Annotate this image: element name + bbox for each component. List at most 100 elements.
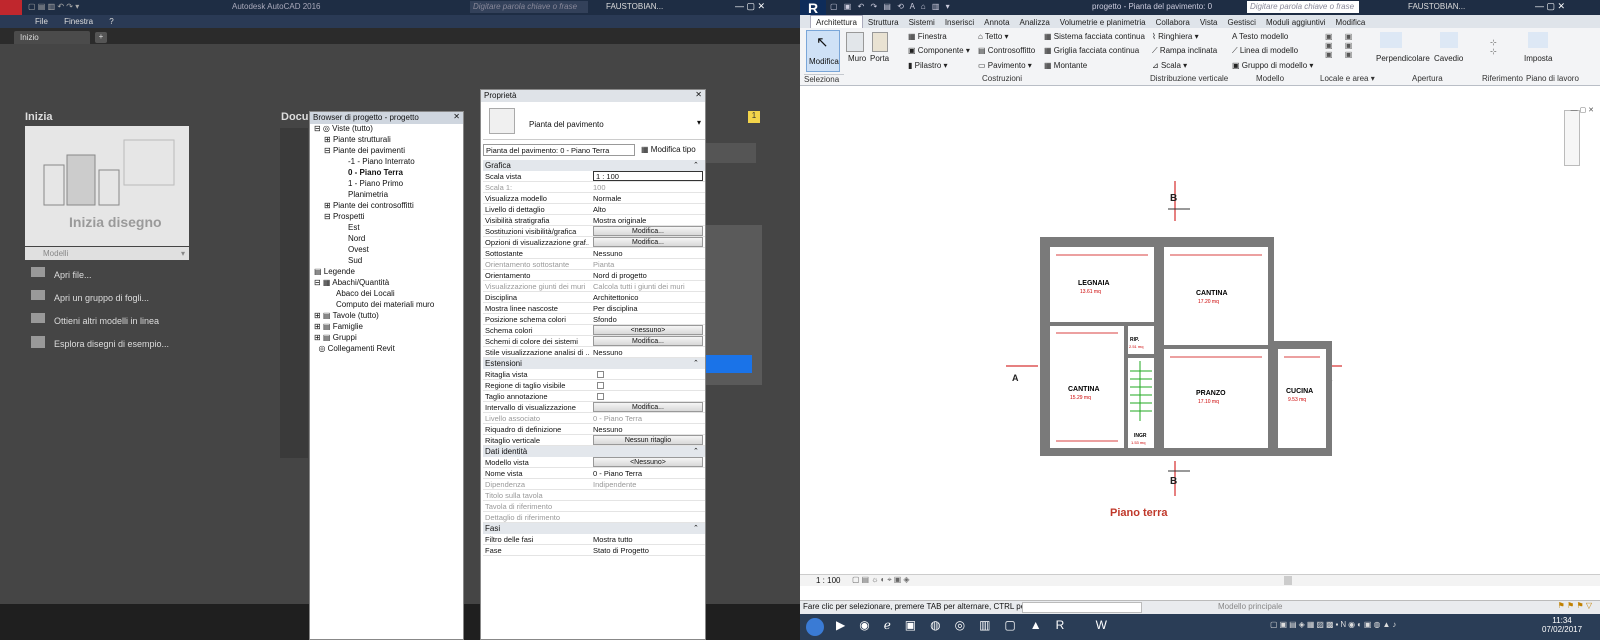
room-area-tools[interactable]: ▣ ▣ ▣ ▣ ▣ ▣ bbox=[1325, 32, 1357, 59]
property-row[interactable]: Livello associato 0 - Piano Terra bbox=[483, 413, 705, 424]
property-value[interactable]: 0 - Piano Terra bbox=[593, 414, 703, 423]
open-sheetset-link[interactable]: Apri un gruppo di fogli... bbox=[54, 293, 149, 303]
property-row[interactable]: Dettaglio di riferimento bbox=[483, 512, 705, 523]
property-value[interactable]: Nessuno bbox=[593, 348, 703, 357]
tree-item[interactable]: -1 - Piano Interrato bbox=[348, 157, 415, 166]
autocad-user[interactable]: FAUSTOBIAN... bbox=[606, 2, 663, 11]
section-header-identity[interactable]: Dati identità bbox=[483, 446, 705, 457]
section-header-graphics[interactable]: Grafica bbox=[483, 160, 705, 171]
property-row[interactable]: Stile visualizzazione analisi di ... Ness… bbox=[483, 347, 705, 358]
revit-user[interactable]: FAUSTOBIAN... bbox=[1408, 2, 1465, 11]
property-value[interactable]: Mostra originale bbox=[593, 216, 703, 225]
section-header-phases[interactable]: Fasi bbox=[483, 523, 705, 534]
model-line-button[interactable]: ⟋ Linea di modello bbox=[1232, 46, 1298, 56]
property-button[interactable]: <nessuno> bbox=[593, 325, 703, 335]
tree-item[interactable]: Est bbox=[348, 223, 360, 232]
edit-type-button[interactable]: ▦ Modifica tipo bbox=[641, 145, 696, 154]
start-button-icon[interactable] bbox=[806, 618, 824, 636]
group-room-area[interactable]: Locale e area ▾ bbox=[1320, 74, 1375, 83]
property-button[interactable]: <Nessuno> bbox=[593, 457, 703, 467]
roof-button[interactable]: ⌂ Tetto ▾ bbox=[978, 32, 1009, 41]
property-checkbox[interactable] bbox=[597, 371, 604, 378]
property-row[interactable]: Modello vista <Nessuno> bbox=[483, 457, 705, 468]
tree-item[interactable]: ⊞ ▤ Gruppi bbox=[314, 333, 357, 342]
close-icon[interactable]: ✕ bbox=[453, 112, 460, 121]
property-row[interactable]: Tavola di riferimento bbox=[483, 501, 705, 512]
notification-badge[interactable]: 1 bbox=[748, 111, 760, 123]
tab-start[interactable]: Inizio bbox=[14, 31, 90, 44]
recent-docs-list[interactable] bbox=[280, 128, 308, 458]
model-text-button[interactable]: A Testo modello bbox=[1232, 32, 1288, 41]
property-row[interactable]: Schemi di colore dei sistemi Modifica... bbox=[483, 336, 705, 347]
close-icon[interactable]: ✕ bbox=[695, 90, 702, 99]
tree-item-selected[interactable]: 0 - Piano Terra bbox=[348, 168, 403, 177]
navigation-bar[interactable] bbox=[1564, 110, 1580, 166]
property-button[interactable]: Modifica... bbox=[593, 402, 703, 412]
section-header-extents[interactable]: Estensioni bbox=[483, 358, 705, 369]
new-tab-button[interactable]: + bbox=[95, 32, 107, 43]
property-button[interactable]: Modifica... bbox=[593, 237, 703, 247]
tree-item[interactable]: ▤ Legende bbox=[314, 267, 355, 276]
menu-file[interactable]: File bbox=[28, 15, 55, 28]
tree-item[interactable]: ⊞ ▤ Tavole (tutto) bbox=[314, 311, 379, 320]
help-button[interactable] bbox=[706, 143, 756, 163]
column-button[interactable]: ▮ Pilastro ▾ bbox=[908, 61, 948, 70]
property-row[interactable]: Dipendenza Indipendente bbox=[483, 479, 705, 490]
taskbar-apps[interactable]: ▶◉ℯ▣◍◎▥▢▲R W bbox=[836, 618, 1216, 636]
collapse-icon[interactable]: ⌃ bbox=[693, 161, 699, 169]
tree-item[interactable]: ⊟ ▦ Abachi/Quantità bbox=[314, 278, 389, 287]
floor-button[interactable]: ▭ Pavimento ▾ bbox=[978, 61, 1032, 70]
tree-item[interactable]: Planimetria bbox=[348, 190, 388, 199]
clock[interactable]: 11:34 07/02/2017 bbox=[1542, 616, 1582, 634]
set-workplane-button[interactable]: Imposta bbox=[1524, 54, 1552, 63]
tree-item[interactable]: ⊟ Prospetti bbox=[324, 212, 365, 221]
property-value[interactable]: Nessuno bbox=[593, 249, 703, 258]
quick-access-toolbar[interactable]: ▢ ▤ ▥ ↶ ↷ ▾ bbox=[28, 2, 118, 12]
tree-item[interactable]: ⊟ Piante dei pavimenti bbox=[324, 146, 405, 155]
revit-search-input[interactable]: Digitare parola chiave o frase bbox=[1247, 1, 1359, 13]
property-value[interactable]: 0 - Piano Terra bbox=[593, 469, 703, 478]
property-value[interactable]: Sfondo bbox=[593, 315, 703, 324]
window-controls[interactable]: — ▢ ✕ bbox=[1535, 1, 1565, 12]
property-row[interactable]: Posizione schema colori Sfondo bbox=[483, 314, 705, 325]
perpendicular-button[interactable]: Perpendicolare bbox=[1376, 54, 1430, 63]
tree-item[interactable]: Sud bbox=[348, 256, 362, 265]
property-button[interactable]: Nessun ritaglio bbox=[593, 435, 703, 445]
sample-drawings-link[interactable]: Esplora disegni di esempio... bbox=[54, 339, 169, 349]
model-group-button[interactable]: ▣ Gruppo di modello ▾ bbox=[1232, 61, 1313, 70]
property-row[interactable]: Schema colori <nessuno> bbox=[483, 325, 705, 336]
property-value[interactable]: Nessuno bbox=[593, 425, 703, 434]
property-row[interactable]: Opzioni di visualizzazione graf... Modifi… bbox=[483, 237, 705, 248]
tree-item[interactable]: ⊞ ▤ Famiglie bbox=[314, 322, 363, 331]
curtain-system-button[interactable]: ▦ Sistema facciata continua bbox=[1044, 32, 1145, 41]
collapse-icon[interactable]: ⌃ bbox=[693, 524, 699, 532]
property-row[interactable]: Livello di dettaglio Alto bbox=[483, 204, 705, 215]
railing-button[interactable]: ⌇ Ringhiera ▾ bbox=[1152, 32, 1199, 41]
property-row[interactable]: Titolo sulla tavola bbox=[483, 490, 705, 501]
tree-item[interactable]: Computo dei materiali muro bbox=[336, 300, 434, 309]
property-value[interactable]: Per disciplina bbox=[593, 304, 703, 313]
property-value[interactable]: Nord di progetto bbox=[593, 271, 703, 280]
system-tray[interactable]: ▢▣▤◈▦▨▩▪N◉◐▣◍▲♪ bbox=[1270, 620, 1520, 629]
shaft-button[interactable]: Cavedio bbox=[1434, 54, 1463, 63]
stair-button[interactable]: ⊿ Scala ▾ bbox=[1152, 61, 1187, 70]
view-scale[interactable]: 1 : 100 bbox=[816, 576, 840, 585]
property-checkbox[interactable] bbox=[597, 382, 604, 389]
view-window-controls[interactable]: — ▢ ✕ bbox=[1571, 106, 1594, 114]
property-row[interactable]: Fase Stato di Progetto bbox=[483, 545, 705, 556]
property-value[interactable]: 100 bbox=[593, 183, 703, 192]
instance-selector[interactable]: Pianta del pavimento: 0 - Piano Terra bbox=[483, 144, 635, 156]
property-checkbox[interactable] bbox=[597, 393, 604, 400]
curtain-grid-button[interactable]: ▦ Griglia facciata continua bbox=[1044, 46, 1139, 55]
workset-selector[interactable] bbox=[1022, 602, 1142, 613]
property-row[interactable]: Sostituzioni visibilità/grafica Modifica.… bbox=[483, 226, 705, 237]
component-button[interactable]: ▣ Componente ▾ bbox=[908, 46, 970, 55]
property-row[interactable]: Scala vista 1 : 100 bbox=[483, 171, 705, 182]
property-value[interactable]: Normale bbox=[593, 194, 703, 203]
tree-item[interactable]: Nord bbox=[348, 234, 365, 243]
property-row[interactable]: Intervallo di visualizzazione Modifica... bbox=[483, 402, 705, 413]
online-templates-link[interactable]: Ottieni altri modelli in linea bbox=[54, 316, 159, 326]
property-row[interactable]: Visibilità stratigrafia Mostra originale bbox=[483, 215, 705, 226]
property-value[interactable]: Pianta bbox=[593, 260, 703, 269]
tree-item[interactable]: ⊞ Piante dei controsoffitti bbox=[324, 201, 414, 210]
